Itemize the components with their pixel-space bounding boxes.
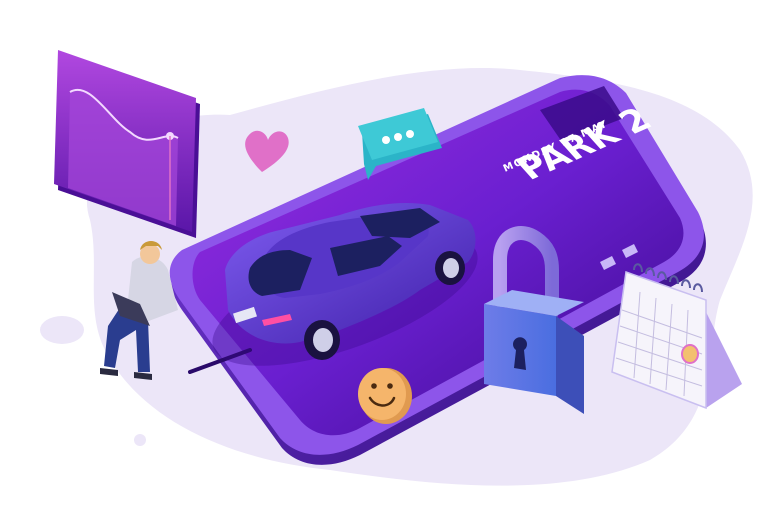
background-blob-dot	[134, 434, 146, 446]
isometric-parking-app-illustration: MONDAY 17 MAY PARK 2	[40, 50, 753, 486]
calendar-highlight-date	[681, 344, 699, 364]
car-wheel-front	[435, 251, 465, 285]
background-blob-small	[40, 316, 84, 344]
line-chart-card	[54, 50, 200, 238]
car-wheel-rear	[304, 320, 340, 360]
